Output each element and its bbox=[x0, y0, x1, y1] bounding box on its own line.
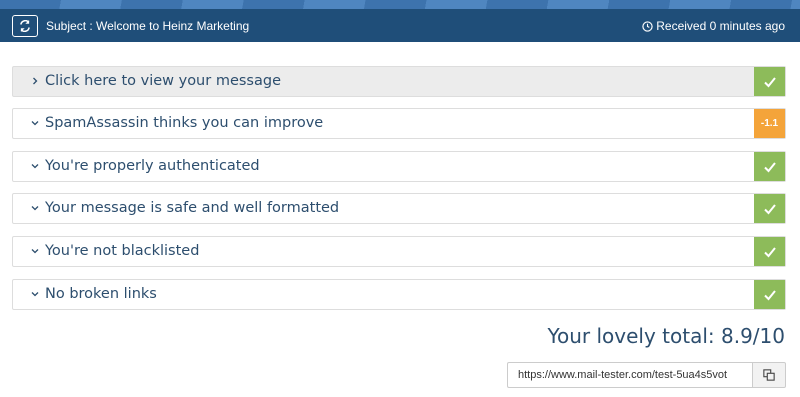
check-label: You're properly authenticated bbox=[45, 158, 260, 174]
chevron-down-icon bbox=[31, 249, 39, 254]
refresh-button[interactable] bbox=[12, 15, 38, 37]
check-row[interactable]: Click here to view your message bbox=[12, 66, 786, 97]
check-label: No broken links bbox=[45, 286, 157, 302]
clock-icon bbox=[642, 20, 653, 32]
check-passed-badge bbox=[754, 152, 785, 181]
chevron-right-icon bbox=[33, 77, 38, 85]
check-passed-badge bbox=[754, 194, 785, 223]
score-total: Your lovely total: 8.9/10 bbox=[547, 324, 785, 348]
refresh-icon bbox=[20, 20, 30, 32]
chevron-down-icon bbox=[31, 206, 39, 211]
received-label: Received 0 minutes ago bbox=[656, 19, 785, 33]
checkmark-icon bbox=[763, 246, 776, 257]
check-row[interactable]: Your message is safe and well formatted bbox=[12, 193, 786, 224]
copy-icon bbox=[763, 369, 775, 381]
check-passed-badge bbox=[754, 67, 785, 96]
checkmark-icon bbox=[763, 76, 776, 87]
check-label: You're not blacklisted bbox=[45, 243, 200, 259]
checkmark-icon bbox=[763, 161, 776, 172]
checkmark-icon bbox=[763, 289, 776, 300]
check-label: Click here to view your message bbox=[45, 73, 281, 89]
check-row[interactable]: You're properly authenticated bbox=[12, 151, 786, 182]
check-row[interactable]: You're not blacklisted bbox=[12, 236, 786, 267]
check-passed-badge bbox=[754, 280, 785, 309]
copy-button[interactable] bbox=[752, 362, 786, 388]
check-passed-badge bbox=[754, 237, 785, 266]
share-url-input[interactable] bbox=[507, 362, 752, 388]
share-url-group bbox=[507, 362, 786, 388]
chevron-down-icon bbox=[31, 292, 39, 297]
check-row[interactable]: SpamAssassin thinks you can improve -1.1 bbox=[12, 108, 786, 139]
check-label: SpamAssassin thinks you can improve bbox=[45, 115, 324, 131]
chevron-down-icon bbox=[31, 164, 39, 169]
header-bar: Subject : Welcome to Heinz Marketing Rec… bbox=[0, 0, 800, 42]
penalty-value: -1.1 bbox=[760, 118, 779, 129]
checkmark-icon bbox=[763, 203, 776, 214]
check-label: Your message is safe and well formatted bbox=[45, 200, 340, 216]
score-penalty-badge: -1.1 bbox=[754, 109, 785, 138]
check-row[interactable]: No broken links bbox=[12, 279, 786, 310]
email-subject: Subject : Welcome to Heinz Marketing bbox=[46, 19, 250, 33]
chevron-down-icon bbox=[31, 121, 39, 126]
received-time: Received 0 minutes ago bbox=[642, 19, 785, 33]
header-decoration bbox=[0, 0, 800, 9]
